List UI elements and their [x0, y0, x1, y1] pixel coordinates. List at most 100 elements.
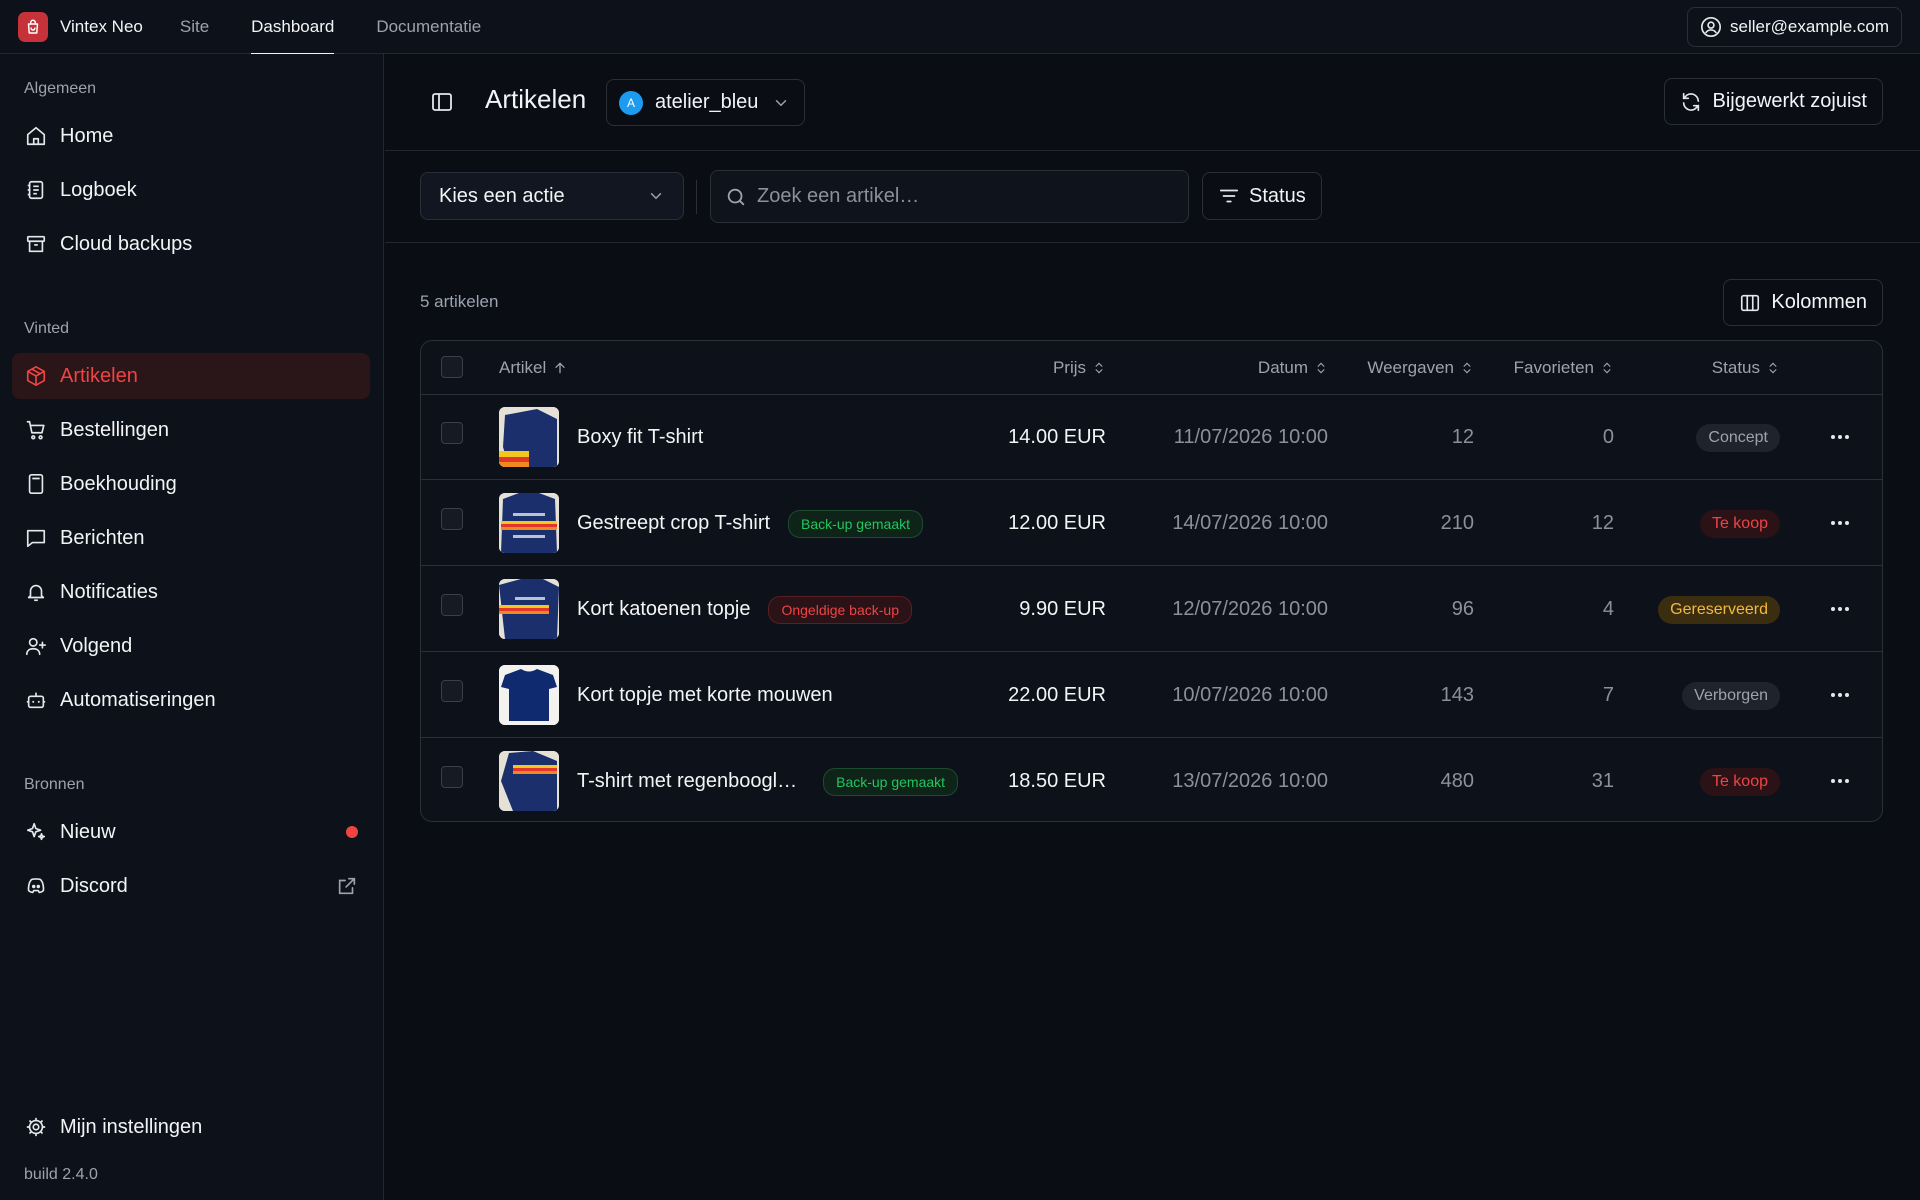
- table-row[interactable]: Boxy fit T-shirt 14.00 EUR 11/07/2026 10…: [421, 395, 1882, 480]
- item-thumbnail[interactable]: [499, 665, 559, 725]
- item-favorites: 0: [1602, 426, 1614, 448]
- item-status-cell: Verborgen: [1682, 653, 1780, 738]
- row-checkbox[interactable]: [441, 680, 463, 702]
- discord-icon: [24, 874, 48, 898]
- account-selector[interactable]: A atelier_bleu: [606, 79, 806, 126]
- column-header-label: Status: [1711, 358, 1760, 377]
- calculator-icon: [24, 472, 48, 496]
- top-navbar: Vintex Neo Site Dashboard Documentatie s…: [0, 0, 1920, 55]
- sort-icon: [1454, 360, 1474, 376]
- row-checkbox[interactable]: [441, 422, 463, 444]
- sidebar-item-notificaties[interactable]: Notificaties: [12, 569, 370, 615]
- sidebar-item-label: Cloud backups: [60, 232, 193, 255]
- search-icon: [725, 186, 747, 208]
- sidebar-item-label: Logboek: [60, 178, 137, 201]
- more-options-icon[interactable]: [1830, 687, 1850, 703]
- refresh-button[interactable]: Bijgewerkt zojuist: [1664, 78, 1883, 125]
- column-header-label: Artikel: [499, 358, 547, 377]
- account-name: atelier_bleu: [655, 91, 759, 113]
- item-status-cell: Concept: [1696, 395, 1780, 480]
- item-name-cell[interactable]: Gestreept crop T-shirt Back-up gemaakt: [577, 481, 923, 566]
- sidebar-item-boekhouding[interactable]: Boekhouding: [12, 461, 370, 507]
- more-options-icon[interactable]: [1830, 601, 1850, 617]
- sidebar-item-bestellingen[interactable]: Bestellingen: [12, 407, 370, 453]
- sidebar-item-berichten[interactable]: Berichten: [12, 515, 370, 561]
- item-thumbnail[interactable]: [499, 751, 559, 811]
- sidebar-item-settings[interactable]: Mijn instellingen: [12, 1104, 370, 1150]
- item-status-cell: Te koop: [1699, 481, 1780, 566]
- column-header-views[interactable]: Weergaven: [1367, 341, 1474, 395]
- sidebar-item-volgend[interactable]: Volgend: [12, 623, 370, 669]
- sidebar-item-artikelen[interactable]: Artikelen: [12, 353, 370, 399]
- package-icon: [24, 364, 48, 388]
- external-link-icon: [336, 875, 358, 897]
- table-row[interactable]: Kort topje met korte mouwen 22.00 EUR 10…: [421, 653, 1882, 738]
- table-row[interactable]: T-shirt met regenboogl… Back-up gemaakt …: [421, 739, 1882, 821]
- item-date: 10/07/2026 10:00: [1172, 684, 1328, 706]
- table-row[interactable]: Kort katoenen topje Ongeldige back-up 9.…: [421, 567, 1882, 652]
- select-all-checkbox[interactable]: [441, 356, 463, 378]
- refresh-icon: [1680, 91, 1712, 113]
- user-menu-button[interactable]: seller@example.com: [1687, 7, 1902, 47]
- status-badge: Te koop: [1699, 509, 1780, 538]
- more-options-icon[interactable]: [1830, 773, 1850, 789]
- brand[interactable]: Vintex Neo: [18, 11, 143, 42]
- row-checkbox[interactable]: [441, 594, 463, 616]
- item-thumbnail[interactable]: [499, 493, 559, 553]
- page-header: Artikelen A atelier_bleu Bijgewerkt zoju…: [385, 54, 1920, 151]
- item-thumbnail[interactable]: [499, 407, 559, 467]
- search-input[interactable]: [757, 185, 1174, 208]
- column-header-price[interactable]: Prijs: [1053, 341, 1106, 395]
- search-box[interactable]: [710, 170, 1189, 223]
- item-count: 5 artikelen: [420, 292, 499, 311]
- columns-button[interactable]: Kolommen: [1723, 279, 1883, 326]
- topnav-site[interactable]: Site: [159, 0, 230, 54]
- column-header-item[interactable]: Artikel: [499, 341, 568, 395]
- status-badge: Te koop: [1699, 767, 1780, 796]
- sidebar-item-discord[interactable]: Discord: [12, 863, 370, 909]
- columns-label: Kolommen: [1771, 291, 1867, 313]
- sidebar-item-label: Notificaties: [60, 580, 158, 603]
- item-name-cell[interactable]: T-shirt met regenboogl… Back-up gemaakt: [577, 739, 959, 821]
- brand-name: Vintex Neo: [60, 16, 143, 36]
- topnav-documentatie[interactable]: Documentatie: [355, 0, 502, 54]
- item-name-cell[interactable]: Kort topje met korte mouwen: [577, 653, 833, 738]
- sidebar-item-cloud-backups[interactable]: Cloud backups: [12, 221, 370, 267]
- column-header-label: Datum: [1257, 358, 1308, 377]
- sidebar-item-nieuw[interactable]: Nieuw: [12, 809, 370, 855]
- sidebar-toggle-icon[interactable]: [430, 90, 454, 114]
- bulk-action-select[interactable]: Kies een actie: [420, 172, 684, 220]
- item-favorites: 4: [1602, 598, 1614, 620]
- arrow-up-icon: [546, 360, 568, 376]
- sidebar-item-label: Discord: [60, 874, 128, 897]
- item-favorites: 31: [1591, 770, 1614, 792]
- brand-logo-icon: [18, 11, 48, 42]
- toolbar-divider: [696, 180, 697, 214]
- sidebar-item-label: Berichten: [60, 526, 145, 549]
- topnav-dashboard[interactable]: Dashboard: [230, 0, 355, 55]
- sidebar-item-home[interactable]: Home: [12, 113, 370, 159]
- more-options-icon[interactable]: [1830, 515, 1850, 531]
- sidebar-item-logboek[interactable]: Logboek: [12, 167, 370, 213]
- row-checkbox[interactable]: [441, 766, 463, 788]
- table-row[interactable]: Gestreept crop T-shirt Back-up gemaakt 1…: [421, 481, 1882, 566]
- row-checkbox[interactable]: [441, 508, 463, 530]
- sidebar-section-sources: Bronnen: [24, 776, 85, 793]
- backup-badge: Ongeldige back-up: [768, 595, 912, 624]
- item-favorites: 7: [1602, 684, 1614, 706]
- item-price: 22.00 EUR: [1008, 684, 1106, 706]
- item-name-cell[interactable]: Boxy fit T-shirt: [577, 395, 703, 480]
- item-name: Boxy fit T-shirt: [577, 426, 704, 448]
- column-header-status[interactable]: Status: [1712, 341, 1780, 395]
- sidebar-item-automatiseringen[interactable]: Automatiseringen: [12, 677, 370, 723]
- more-options-icon[interactable]: [1830, 429, 1850, 445]
- item-name-cell[interactable]: Kort katoenen topje Ongeldige back-up: [577, 567, 912, 652]
- item-favorites: 12: [1591, 512, 1614, 534]
- item-thumbnail[interactable]: [499, 579, 559, 639]
- archive-icon: [24, 232, 48, 256]
- status-filter-button[interactable]: Status: [1202, 172, 1322, 220]
- column-header-date[interactable]: Datum: [1258, 341, 1328, 395]
- refresh-label: Bijgewerkt zojuist: [1712, 90, 1867, 112]
- column-header-favorites[interactable]: Favorieten: [1514, 341, 1614, 395]
- sidebar-item-label: Home: [60, 124, 114, 147]
